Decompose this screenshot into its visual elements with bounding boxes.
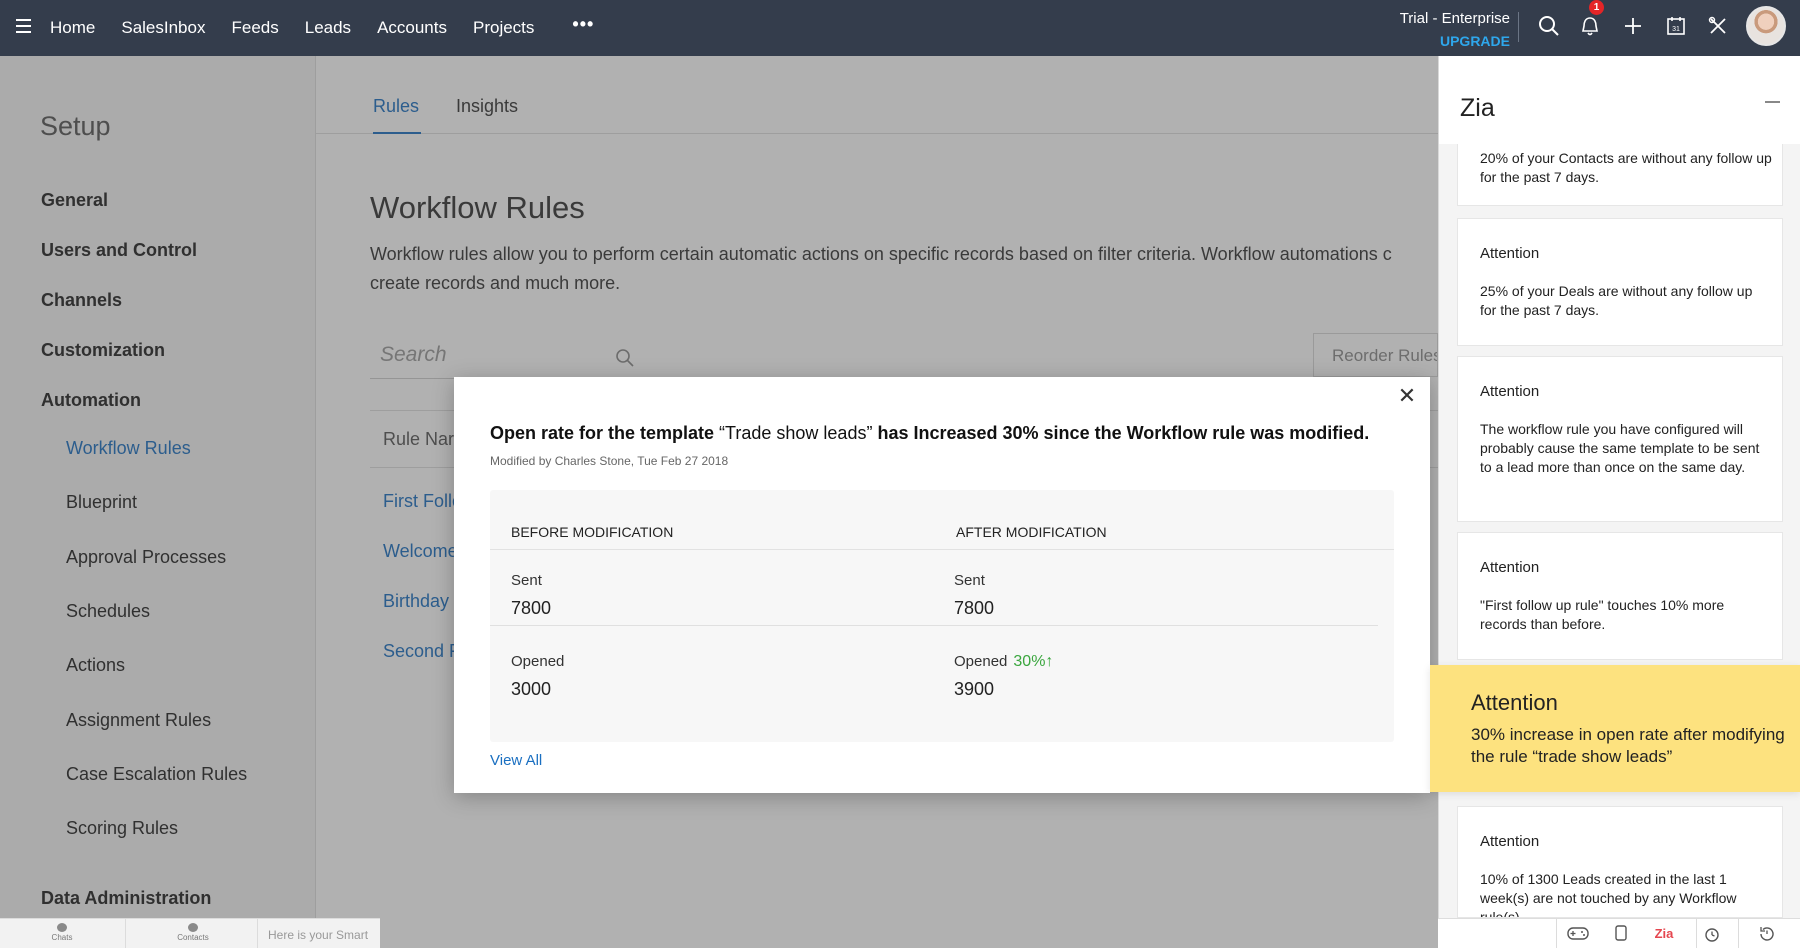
zia-header: Zia bbox=[1439, 56, 1800, 144]
history-icon[interactable] bbox=[1756, 925, 1778, 943]
nav-accounts[interactable]: Accounts bbox=[377, 18, 447, 38]
nav-salesinbox[interactable]: SalesInbox bbox=[121, 18, 205, 38]
zia-card-text: 10% of 1300 Leads created in the last 1 … bbox=[1480, 871, 1737, 918]
zia-card[interactable]: Attention "First follow up rule" touches… bbox=[1457, 532, 1783, 660]
view-all-link[interactable]: View All bbox=[490, 752, 542, 769]
after-opened-label-text: Opened bbox=[954, 653, 1008, 670]
zia-icon[interactable]: Zia bbox=[1653, 926, 1675, 944]
contacts-button[interactable]: Contacts bbox=[173, 923, 213, 942]
menu-icon[interactable] bbox=[16, 19, 31, 33]
after-opened-label: Opened 30%↑ bbox=[954, 653, 1053, 671]
toolbar-divider bbox=[1738, 919, 1739, 948]
bottom-bar: Chats Contacts Here is your Smart bbox=[0, 918, 380, 948]
alarm-clock-icon[interactable] bbox=[1701, 925, 1723, 943]
gamepad-icon[interactable] bbox=[1567, 925, 1589, 943]
highlight-title: Attention bbox=[1471, 690, 1558, 715]
before-opened-value: 3000 bbox=[511, 679, 552, 699]
tools-icon[interactable] bbox=[1705, 13, 1731, 39]
modal-title-post: has Increased 30% since the Workflow rul… bbox=[872, 423, 1370, 443]
chat-icon bbox=[57, 923, 67, 932]
before-opened-label: Opened bbox=[511, 653, 565, 670]
zia-card-title: Attention bbox=[1480, 245, 1540, 262]
add-icon[interactable] bbox=[1620, 13, 1646, 39]
modal-title-pre: Open rate for the template bbox=[490, 423, 720, 443]
nav-leads[interactable]: Leads bbox=[305, 18, 351, 38]
notification-badge: 1 bbox=[1589, 0, 1604, 15]
zia-card-text: 25% of your Deals are without any follow… bbox=[1480, 283, 1753, 318]
nav-feeds[interactable]: Feeds bbox=[231, 18, 278, 38]
bell-icon[interactable] bbox=[1577, 13, 1603, 39]
bottom-divider bbox=[257, 919, 258, 948]
before-sent-value: 7800 bbox=[511, 598, 552, 618]
zia-card-text: The workflow rule you have configured wi… bbox=[1480, 421, 1760, 475]
toolbar-divider bbox=[1556, 919, 1557, 948]
zia-card[interactable]: Attention 25% of your Deals are without … bbox=[1457, 218, 1783, 346]
zia-card-title: Attention bbox=[1480, 383, 1540, 400]
smart-chat-input[interactable]: Here is your Smart bbox=[268, 928, 368, 942]
after-sent-value: 7800 bbox=[954, 598, 995, 618]
modified-by-text: Modified by Charles Stone, Tue Feb 27 20… bbox=[490, 454, 729, 468]
zia-toolbar: Zia bbox=[1438, 918, 1800, 948]
zia-card-title: Attention bbox=[1480, 559, 1540, 576]
zia-card-title: Attention bbox=[1480, 833, 1540, 850]
user-avatar[interactable] bbox=[1746, 6, 1786, 46]
contact-icon bbox=[188, 923, 198, 932]
minimize-icon[interactable] bbox=[1765, 101, 1780, 103]
calendar-icon[interactable]: 31 bbox=[1663, 13, 1689, 39]
svg-text:31: 31 bbox=[1672, 26, 1680, 33]
zia-card[interactable]: Attention 10% of 1300 Leads created in t… bbox=[1457, 806, 1783, 918]
more-icon[interactable]: ••• bbox=[572, 14, 594, 35]
insight-modal: ✕ Open rate for the template “Trade show… bbox=[454, 377, 1430, 793]
modal-title: Open rate for the template “Trade show l… bbox=[490, 423, 1369, 444]
zia-card-text: "First follow up rule" touches 10% more … bbox=[1480, 597, 1725, 632]
tablet-icon[interactable] bbox=[1610, 925, 1632, 943]
increase-indicator: 30%↑ bbox=[1013, 653, 1054, 670]
search-icon[interactable] bbox=[1536, 13, 1562, 39]
chats-button[interactable]: Chats bbox=[42, 923, 82, 942]
upgrade-link[interactable]: UPGRADE bbox=[1400, 33, 1510, 49]
main-nav: Home SalesInbox Feeds Leads Accounts Pro… bbox=[50, 0, 594, 56]
toolbar-divider bbox=[1696, 919, 1697, 948]
zia-card[interactable]: Attention The workflow rule you have con… bbox=[1457, 356, 1783, 522]
topbar-divider bbox=[1518, 12, 1519, 42]
top-navigation-bar: Home SalesInbox Feeds Leads Accounts Pro… bbox=[0, 0, 1800, 56]
modal-title-template: “Trade show leads” bbox=[719, 423, 873, 443]
trial-info: Trial - Enterprise UPGRADE bbox=[1400, 10, 1510, 49]
zia-highlight-card[interactable]: Attention 30% increase in open rate afte… bbox=[1430, 665, 1800, 792]
zia-panel: Zia 20% of your Contacts are without any… bbox=[1438, 56, 1800, 948]
bottom-divider bbox=[125, 919, 126, 948]
nav-home[interactable]: Home bbox=[50, 18, 95, 38]
close-icon[interactable]: ✕ bbox=[1396, 385, 1418, 407]
contacts-label: Contacts bbox=[177, 933, 209, 942]
after-modification-header: AFTER MODIFICATION bbox=[956, 524, 1107, 540]
zia-title: Zia bbox=[1460, 94, 1495, 122]
highlight-text: 30% increase in open rate after modifyin… bbox=[1471, 725, 1785, 766]
trial-label: Trial - Enterprise bbox=[1399, 10, 1510, 27]
after-sent-label: Sent bbox=[954, 572, 985, 589]
comparison-panel: BEFORE MODIFICATION AFTER MODIFICATION S… bbox=[490, 490, 1394, 742]
before-modification-header: BEFORE MODIFICATION bbox=[511, 524, 674, 540]
comparison-header: BEFORE MODIFICATION AFTER MODIFICATION bbox=[490, 490, 1394, 550]
before-sent-label: Sent bbox=[511, 572, 542, 589]
chats-label: Chats bbox=[51, 933, 73, 942]
zia-card-text: 20% of your Contacts are without any fol… bbox=[1480, 150, 1772, 185]
zia-card[interactable]: 20% of your Contacts are without any fol… bbox=[1457, 144, 1783, 206]
row-divider bbox=[490, 625, 1378, 626]
nav-projects[interactable]: Projects bbox=[473, 18, 534, 38]
after-opened-value: 3900 bbox=[954, 679, 995, 699]
